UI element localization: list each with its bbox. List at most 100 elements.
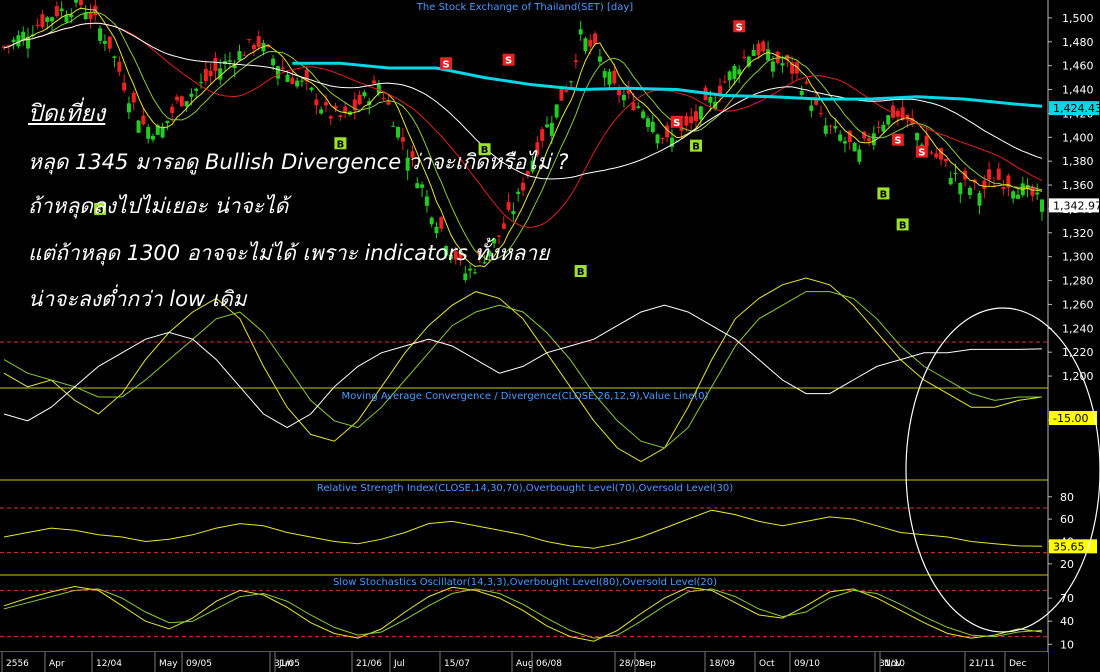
candle-down <box>242 54 247 56</box>
price-tick-label: 1,300 <box>1062 251 1094 264</box>
candle-up <box>415 183 420 189</box>
candle-down <box>867 138 871 142</box>
candle-up <box>1035 192 1040 195</box>
candle-up <box>391 125 396 127</box>
x-tick-label: Dec <box>1009 659 1026 669</box>
candle-up <box>50 17 55 22</box>
candle-up <box>1040 199 1044 212</box>
candle-up <box>881 124 886 132</box>
rsi-value-tag: 35.65 <box>1053 540 1085 553</box>
candle-down <box>357 94 362 105</box>
candle-down <box>943 158 948 162</box>
stoch-panel-title: Slow Stochastics Oscillator(14,3,3),Over… <box>333 577 717 588</box>
candle-up <box>545 124 550 128</box>
candle-up <box>362 92 367 97</box>
candle-down <box>175 96 179 101</box>
sell-marker-label: S <box>443 59 450 70</box>
candle-down <box>314 99 319 106</box>
stock-chart: 1,5001,4801,4601,4401,4201,4001,3801,360… <box>0 0 1100 672</box>
candle-up <box>621 94 626 101</box>
candle-down <box>934 153 939 158</box>
candle-up <box>809 105 814 111</box>
candle-up <box>766 49 771 61</box>
candle-up <box>641 111 646 118</box>
candle-down <box>323 102 328 106</box>
candle-down <box>208 70 213 77</box>
price-last-value-label: 1,342.97 <box>1053 199 1100 212</box>
candle-up <box>472 272 477 274</box>
price-tick-label: 1,440 <box>1062 84 1094 97</box>
candle-down <box>521 182 525 191</box>
candle-up <box>59 8 64 12</box>
sell-marker-label: S <box>736 22 743 33</box>
candle-up <box>1011 191 1016 199</box>
candle-up <box>74 0 79 3</box>
candle-up <box>98 28 103 41</box>
candle-up <box>199 82 204 84</box>
candle-up <box>838 134 843 141</box>
candle-up <box>136 120 141 133</box>
price-last-value-label: 1,424.43 <box>1053 102 1100 115</box>
candle-down <box>338 115 343 118</box>
candle-down <box>929 152 934 154</box>
candle-down <box>122 82 127 91</box>
candle-down <box>179 96 184 107</box>
candle-up <box>799 90 804 96</box>
candle-down <box>54 6 59 17</box>
candle-up <box>309 87 314 90</box>
candle-up <box>146 127 151 139</box>
candle-down <box>213 58 218 71</box>
candle-down <box>78 0 83 6</box>
candle-down <box>660 138 665 140</box>
candle-up <box>780 63 785 66</box>
x-tick-label: Apr <box>49 659 65 669</box>
candle-up <box>420 184 425 188</box>
candle-up <box>871 133 876 146</box>
candle-down <box>35 24 40 27</box>
candle-down <box>328 116 333 119</box>
price-tick-label: 1,480 <box>1062 36 1094 49</box>
candle-up <box>655 134 660 144</box>
candle-down <box>924 135 929 147</box>
candle-down <box>290 78 295 85</box>
candle-up <box>607 71 612 85</box>
candle-up <box>852 142 857 152</box>
candle-up <box>16 35 21 47</box>
candle-up <box>194 88 199 91</box>
candle-up <box>275 66 280 79</box>
candle-up <box>150 135 155 140</box>
candle-down <box>756 43 761 56</box>
x-tick-label: 09/05 <box>186 659 212 669</box>
candle-down <box>987 169 992 180</box>
candle-up <box>886 115 891 125</box>
candle-down <box>170 106 175 113</box>
candle-up <box>770 61 775 72</box>
price-tick-label: 1,280 <box>1062 275 1094 288</box>
macd-signal-tag: -15.00 <box>1053 412 1088 425</box>
candle-up <box>602 71 607 78</box>
candle-down <box>564 90 569 92</box>
macd-panel-title: Moving Average Convergence / Divergence(… <box>342 391 709 402</box>
stoch-tick-label: 40 <box>1060 615 1074 628</box>
candle-up <box>948 177 953 185</box>
candle-up <box>698 106 703 120</box>
candle-up <box>184 101 189 107</box>
candle-up <box>429 217 434 225</box>
candle-down <box>540 129 545 141</box>
x-tick-label: Nov <box>884 659 902 669</box>
candle-up <box>650 121 655 133</box>
candle-up <box>751 49 756 56</box>
candle-down <box>1001 187 1006 190</box>
candle-up <box>237 51 242 61</box>
sell-marker-label: S <box>673 118 680 129</box>
candle-down <box>372 80 377 84</box>
annotation-line-4: น่าจะลงต่ำกว่า low เดิม <box>28 287 247 311</box>
buy-marker-label: B <box>880 189 888 200</box>
candle-up <box>636 106 641 108</box>
price-tick-label: 1,320 <box>1062 227 1094 240</box>
candle-down <box>247 39 252 41</box>
price-tick-label: 1,200 <box>1062 370 1094 383</box>
price-tick-label: 1,260 <box>1062 298 1094 311</box>
candle-down <box>593 33 598 44</box>
macd-value-tag: -0.85 <box>1053 388 1081 401</box>
